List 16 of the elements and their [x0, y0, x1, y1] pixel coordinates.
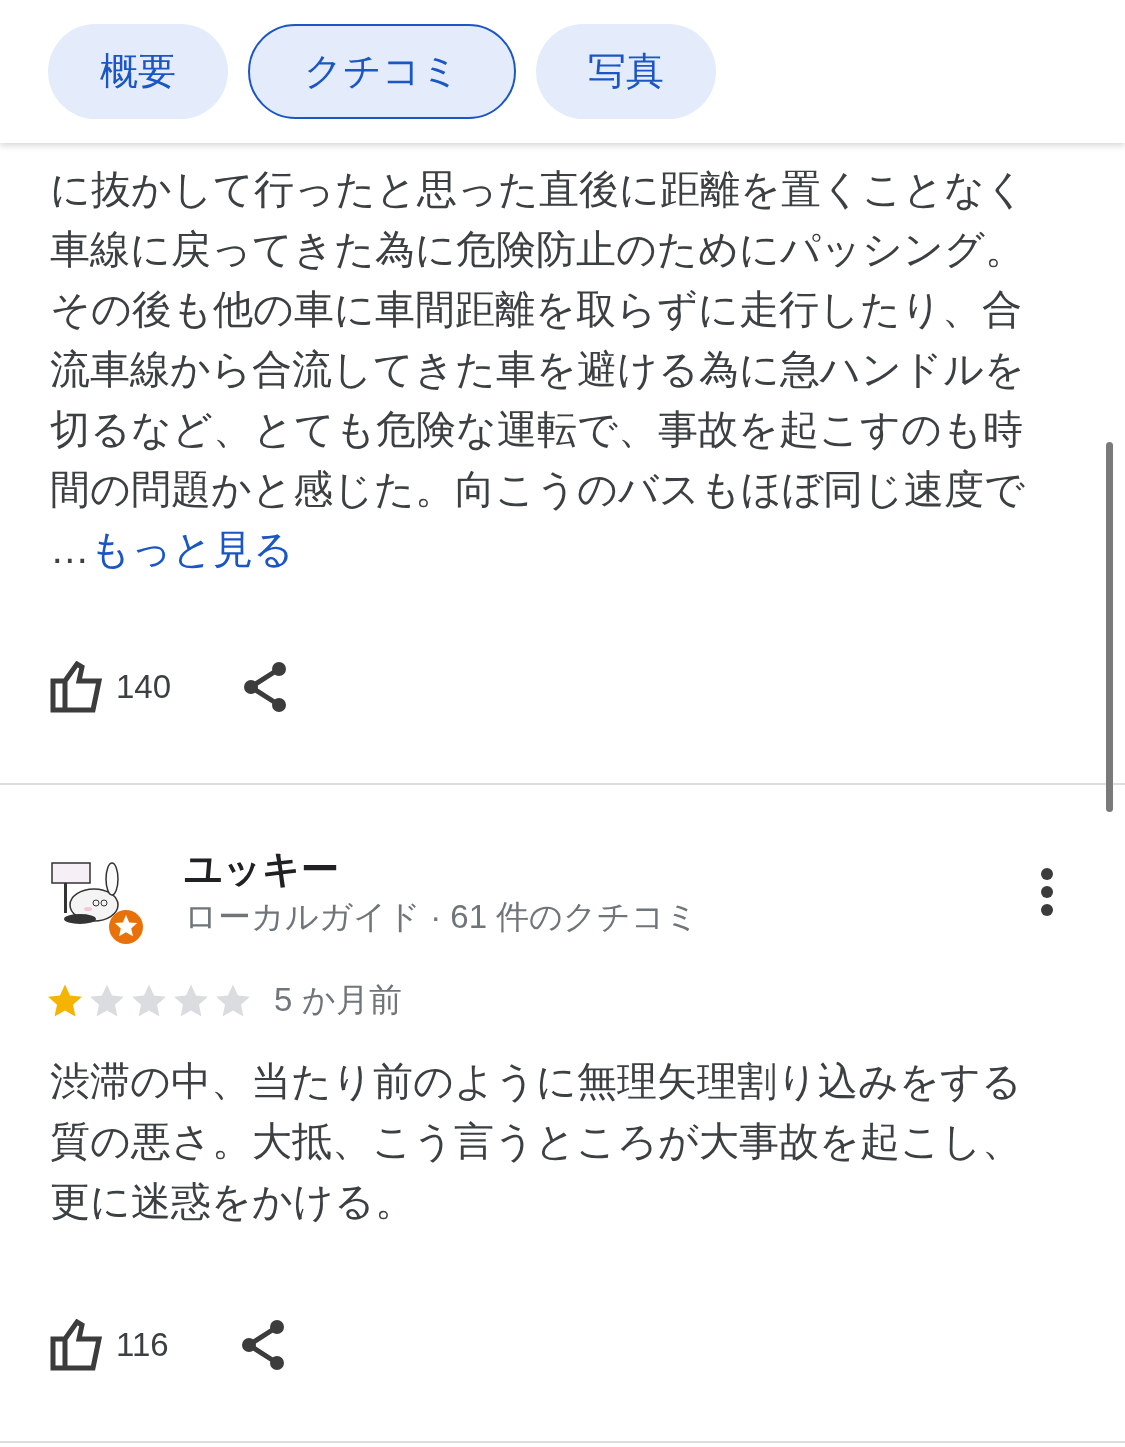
review-time: 5 か月前 [274, 980, 402, 1020]
tab[interactable]: 概要 [48, 24, 228, 119]
review-text: 渋滞の中、当たり前のように無理矢理割り込みをする 質の悪さ。大抵、こう言うところが大事故を起こし、 更に迷惑をかける。 [50, 1058, 1023, 1225]
like-count: 140 [116, 668, 172, 706]
review-text: に抜かして行ったと思った直後に距離を置くことなく 車線に戻ってきた為に危険防止のためにパッシング。 その後も他の車に車間距離を取らずに走行したり、合 流車線から合流してきた車を避ける為に急ハンドルを 切るなど、とても危険な運転で、事故を起こすのも時 間の問題かと感じた。向こうのバスもほぼ同じ速度で …もっと見る [50, 166, 1027, 573]
reviewer-meta: ローカルガイド · 61 件のクチコミ [184, 897, 700, 937]
more-options-icon[interactable] [1039, 867, 1055, 917]
scrollbar[interactable] [1106, 442, 1113, 812]
thumbs-up-icon [50, 1319, 104, 1371]
thumbs-up-icon [50, 661, 104, 713]
tab[interactable]: 写真 [536, 24, 716, 119]
like-count: 116 [116, 1326, 169, 1364]
star-badge-icon [108, 909, 144, 945]
more-link[interactable]: もっと見る [89, 527, 294, 571]
reviewer-name[interactable]: ユッキー [184, 847, 700, 891]
tab[interactable]: クチコミ [248, 24, 516, 119]
